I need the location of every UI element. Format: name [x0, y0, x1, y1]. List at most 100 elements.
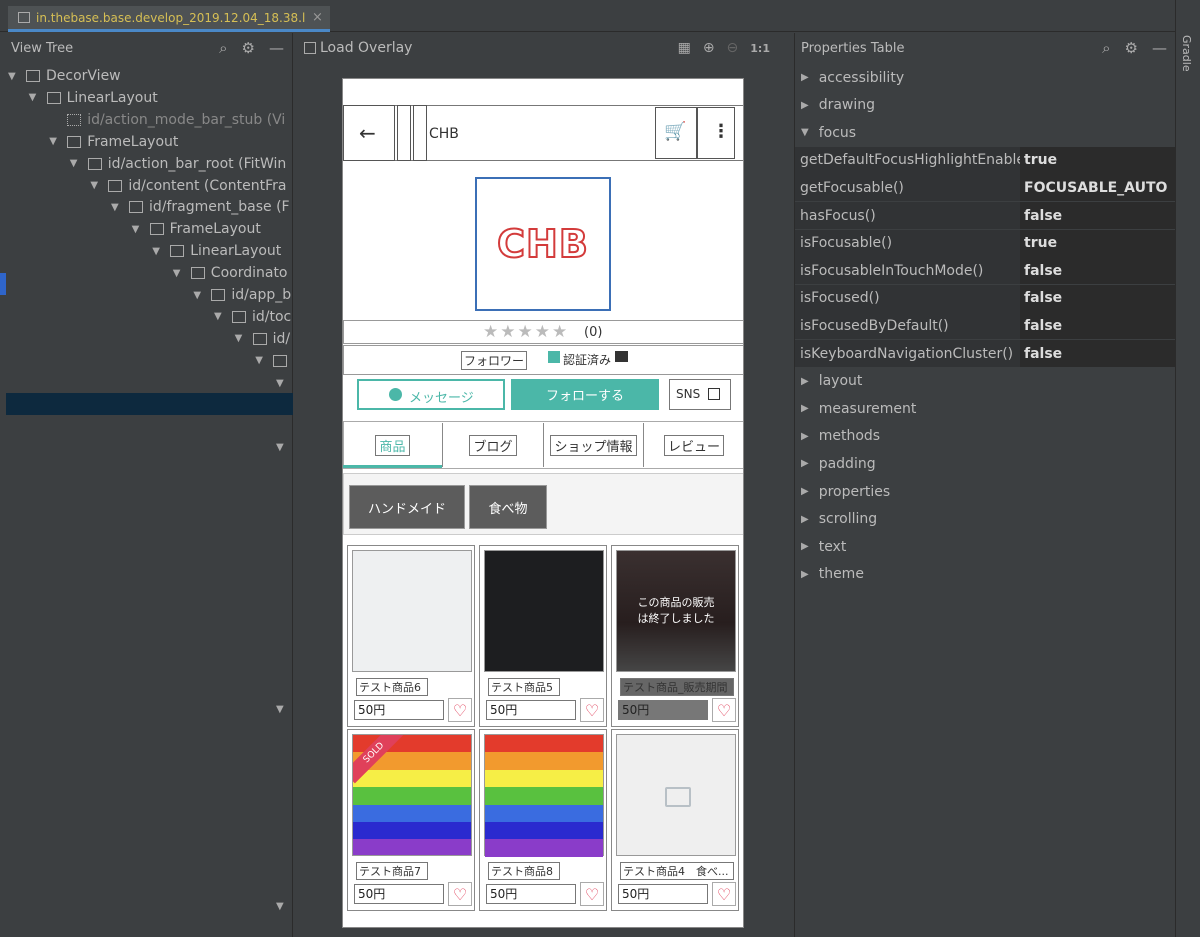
- follow-button[interactable]: フォローする: [511, 379, 659, 410]
- expand-arrow-icon[interactable]: ▼: [70, 158, 82, 169]
- gear-icon[interactable]: ⚙: [1125, 39, 1138, 57]
- property-group[interactable]: ▼ focus: [795, 119, 1176, 146]
- category-food[interactable]: 食べ物: [469, 485, 547, 529]
- expand-arrow-icon[interactable]: ▼: [276, 372, 294, 394]
- product-card[interactable]: この商品の販売は終了しました テスト商品_販売期間 50円 ♡: [611, 545, 739, 727]
- property-row[interactable]: getFocusable() FOCUSABLE_AUTO: [795, 174, 1176, 202]
- expanded-arrow-icon[interactable]: ▼: [801, 127, 809, 138]
- collapsed-arrow-icon[interactable]: ▶: [801, 431, 809, 442]
- tab-2[interactable]: ショップ情報: [544, 423, 644, 467]
- property-row[interactable]: isFocusedByDefault() false: [795, 312, 1176, 340]
- device-preview[interactable]: ← CHB 🛒 ⋮ CHB ★★★★★ (0) フォロワー 認証済み メッセージ…: [342, 78, 744, 928]
- property-group[interactable]: ▶ theme: [795, 561, 1176, 588]
- tree-node[interactable]: ▼ id/app_b: [193, 284, 291, 306]
- gear-icon[interactable]: ⚙: [242, 39, 255, 57]
- category-handmade[interactable]: ハンドメイド: [349, 485, 465, 529]
- product-card[interactable]: テスト商品8 50円 ♡: [479, 729, 607, 911]
- collapsed-arrow-icon[interactable]: ▶: [801, 72, 809, 83]
- selected-tree-row[interactable]: [6, 393, 293, 415]
- collapsed-arrow-icon[interactable]: ▶: [801, 541, 809, 552]
- property-row[interactable]: isKeyboardNavigationCluster() false: [795, 340, 1176, 367]
- search-icon[interactable]: ⌕: [1102, 39, 1110, 57]
- collapsed-arrow-icon[interactable]: ▶: [801, 100, 809, 111]
- tree-node[interactable]: ▼ id/: [235, 328, 291, 350]
- tab-1[interactable]: ブログ: [444, 423, 544, 467]
- property-group[interactable]: ▶ padding: [795, 450, 1176, 477]
- product-card[interactable]: SOLD テスト商品7 50円 ♡: [347, 729, 475, 911]
- expand-arrow-icon[interactable]: ▼: [193, 290, 205, 301]
- expand-arrow-icon[interactable]: ▼: [49, 136, 61, 147]
- collapsed-arrow-icon[interactable]: ▶: [801, 458, 809, 469]
- product-card[interactable]: テスト商品4 食べ... 50円 ♡: [611, 729, 739, 911]
- expand-arrow-icon[interactable]: ▼: [29, 92, 41, 103]
- property-group[interactable]: ▶ text: [795, 533, 1176, 560]
- tab-0[interactable]: 商品: [343, 423, 443, 467]
- favorite-heart-icon[interactable]: ♡: [712, 882, 736, 906]
- favorite-heart-icon[interactable]: ♡: [580, 698, 604, 722]
- spacer-view: [413, 105, 427, 161]
- expand-arrow-icon[interactable]: ▼: [152, 246, 164, 257]
- message-button[interactable]: メッセージ: [357, 379, 505, 410]
- tree-node[interactable]: ▼ FrameLayout: [49, 131, 178, 153]
- property-group[interactable]: ▶ measurement: [795, 395, 1176, 422]
- zoom-out-icon[interactable]: ⊖: [727, 40, 739, 56]
- favorite-heart-icon[interactable]: ♡: [580, 882, 604, 906]
- collapsed-arrow-icon[interactable]: ▶: [801, 376, 809, 387]
- tree-node[interactable]: id/action_mode_bar_stub (Vi: [49, 109, 285, 131]
- capture-tab[interactable]: in.thebase.base.develop_2019.12.04_18.38…: [8, 6, 330, 32]
- property-row[interactable]: hasFocus() false: [795, 202, 1176, 229]
- tree-node[interactable]: ▼ DecorView: [8, 65, 121, 87]
- gradle-tool-button[interactable]: Gradle: [1180, 35, 1193, 72]
- tree-node[interactable]: ▼ id/fragment_base (F: [111, 196, 290, 218]
- tree-node[interactable]: ▼ id/action_bar_root (FitWin: [70, 153, 287, 175]
- expand-arrow-icon[interactable]: ▼: [8, 71, 20, 82]
- product-card[interactable]: テスト商品5 50円 ♡: [479, 545, 607, 727]
- property-group[interactable]: ▶ properties: [795, 478, 1176, 505]
- property-group[interactable]: ▶ drawing: [795, 92, 1176, 119]
- view-icon: [87, 157, 102, 170]
- expand-arrow-icon[interactable]: ▼: [276, 698, 294, 720]
- expand-arrow-icon[interactable]: ▼: [132, 224, 144, 235]
- collapsed-arrow-icon[interactable]: ▶: [801, 403, 809, 414]
- tree-node[interactable]: ▼ id/content (ContentFra: [90, 175, 286, 197]
- tree-node[interactable]: ▼: [255, 350, 293, 372]
- minimize-icon[interactable]: —: [269, 39, 284, 57]
- tree-node[interactable]: ▼ FrameLayout: [132, 218, 261, 240]
- property-group[interactable]: ▶ methods: [795, 423, 1176, 450]
- expand-arrow-icon[interactable]: ▼: [111, 202, 123, 213]
- property-group[interactable]: ▶ scrolling: [795, 506, 1176, 533]
- zoom-actual-size-button[interactable]: 1:1: [750, 42, 770, 55]
- sns-button[interactable]: SNS: [669, 379, 731, 410]
- favorite-heart-icon[interactable]: ♡: [712, 698, 736, 722]
- property-row[interactable]: isFocusable() true: [795, 229, 1176, 257]
- expand-arrow-icon[interactable]: ▼: [235, 333, 247, 344]
- close-tab-icon[interactable]: ×: [312, 10, 323, 25]
- product-card[interactable]: テスト商品6 50円 ♡: [347, 545, 475, 727]
- tree-node[interactable]: ▼ LinearLayout: [29, 87, 158, 109]
- collapsed-arrow-icon[interactable]: ▶: [801, 569, 809, 580]
- property-row[interactable]: isFocusableInTouchMode() false: [795, 257, 1176, 285]
- tree-node[interactable]: ▼ id/toc: [214, 306, 291, 328]
- collapsed-arrow-icon[interactable]: ▶: [801, 486, 809, 497]
- property-row[interactable]: isFocused() false: [795, 284, 1176, 312]
- property-group[interactable]: ▶ accessibility: [795, 64, 1176, 91]
- expand-arrow-icon[interactable]: ▼: [173, 268, 185, 279]
- expand-arrow-icon[interactable]: ▼: [276, 895, 294, 917]
- expand-arrow-icon[interactable]: ▼: [214, 311, 226, 322]
- search-icon[interactable]: ⌕: [219, 39, 227, 57]
- grid-icon[interactable]: ▦: [678, 40, 691, 56]
- property-row[interactable]: getDefaultFocusHighlightEnable true: [795, 146, 1176, 174]
- collapsed-arrow-icon[interactable]: ▶: [801, 514, 809, 525]
- minimize-icon[interactable]: —: [1152, 39, 1167, 57]
- load-overlay-button[interactable]: Load Overlay: [320, 40, 412, 56]
- favorite-heart-icon[interactable]: ♡: [448, 882, 472, 906]
- tree-node[interactable]: ▼ Coordinato: [173, 262, 288, 284]
- tab-3[interactable]: レビュー: [645, 423, 744, 467]
- property-group[interactable]: ▶ layout: [795, 368, 1176, 395]
- expand-arrow-icon[interactable]: ▼: [276, 436, 294, 458]
- zoom-in-icon[interactable]: ⊕: [703, 40, 715, 56]
- favorite-heart-icon[interactable]: ♡: [448, 698, 472, 722]
- tree-node[interactable]: ▼ LinearLayout: [152, 240, 281, 262]
- expand-arrow-icon[interactable]: ▼: [255, 355, 267, 366]
- expand-arrow-icon[interactable]: ▼: [90, 180, 102, 191]
